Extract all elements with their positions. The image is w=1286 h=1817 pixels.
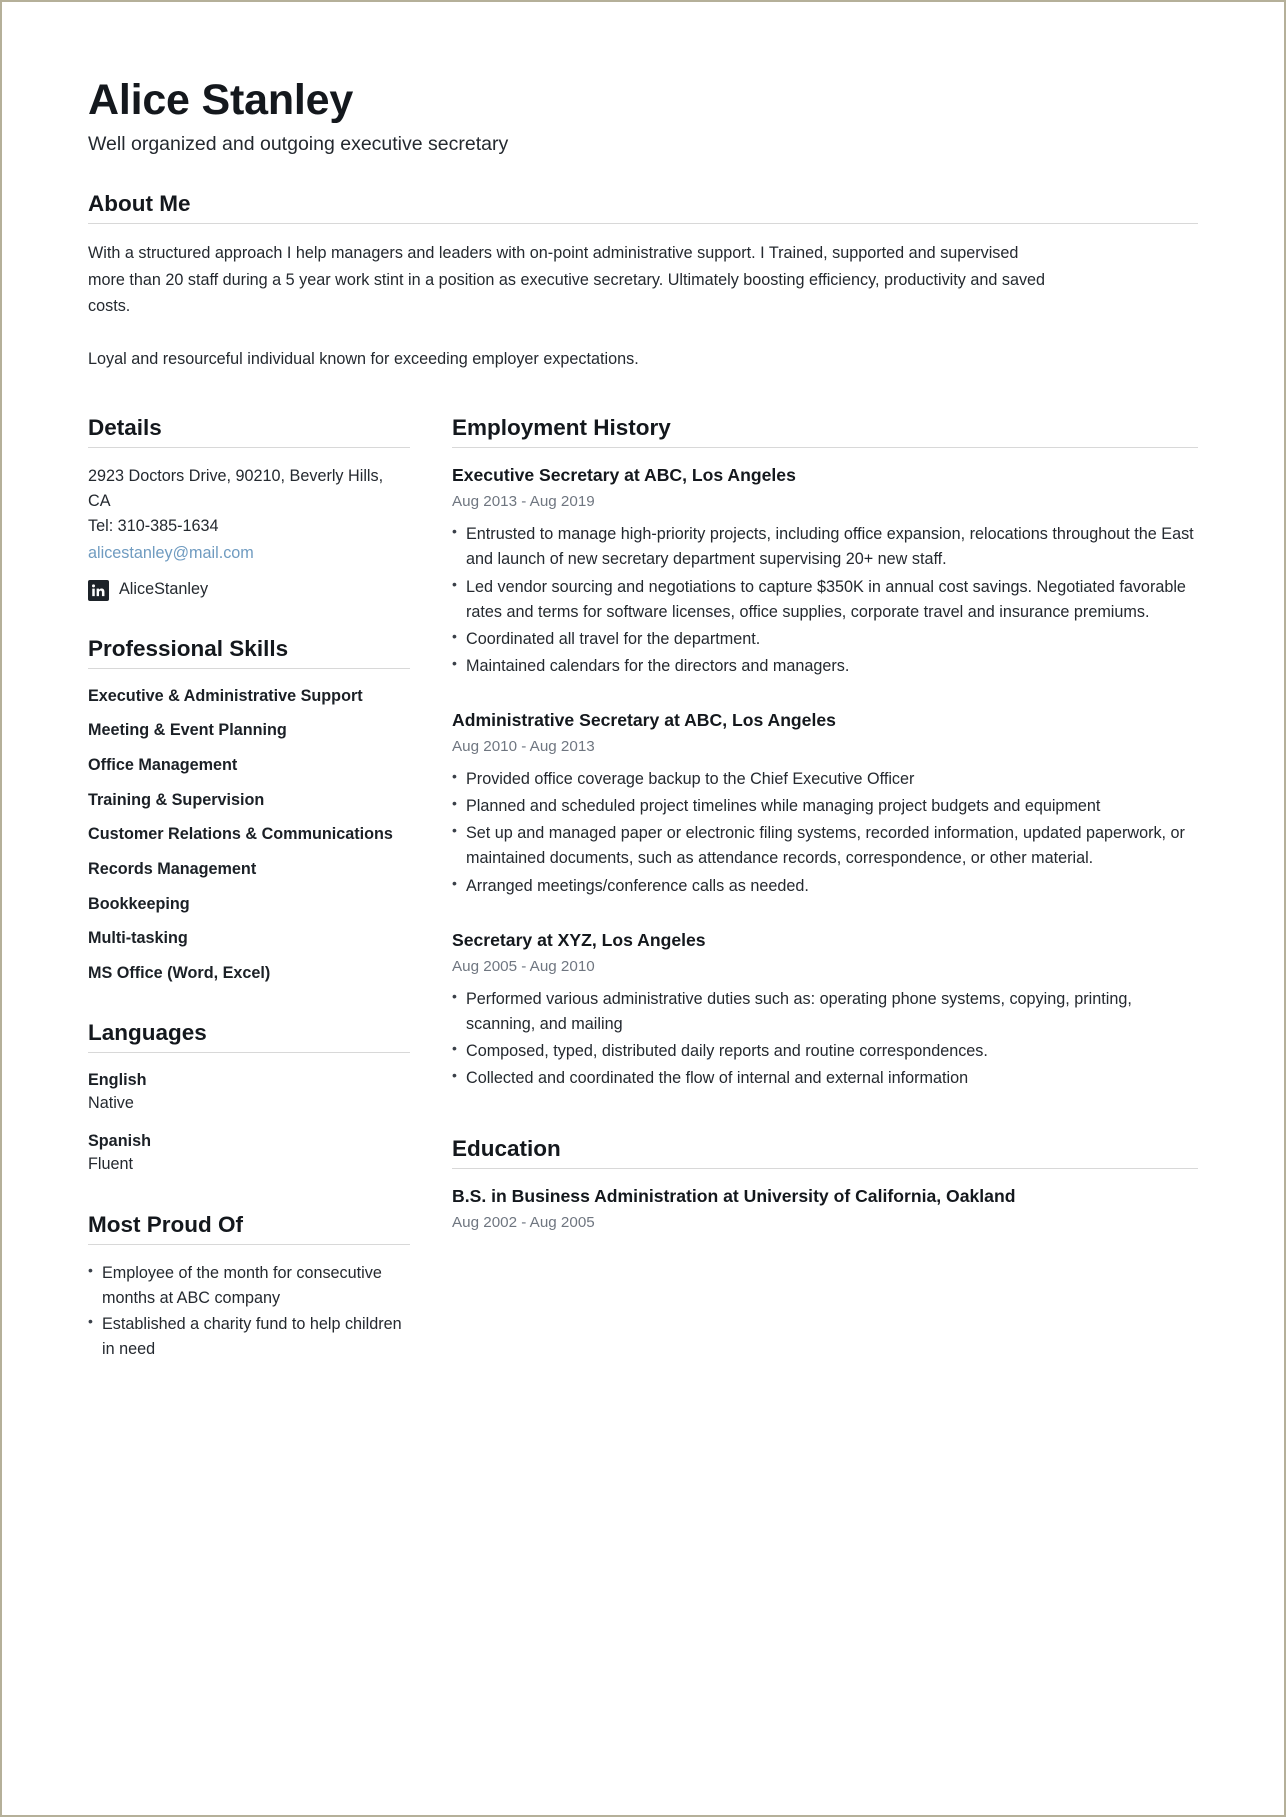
job-dates: Aug 2013 - Aug 2019 xyxy=(452,493,595,511)
job-title: Administrative Secretary at ABC, Los Ang… xyxy=(452,710,836,730)
languages-section: Languages English Native Spanish Fluent xyxy=(88,1019,410,1177)
proud-heading: Most Proud Of xyxy=(88,1211,243,1237)
details-divider xyxy=(88,447,410,449)
skill-item: Bookkeeping xyxy=(88,894,190,913)
address-text: 2923 Doctors Drive, 90210, Beverly Hills… xyxy=(88,467,384,511)
list-item: Arranged meetings/conference calls as ne… xyxy=(452,873,1198,899)
list-item: Provided office coverage backup to the C… xyxy=(452,766,1198,792)
sidebar-column: Details 2923 Doctors Drive, 90210, Bever… xyxy=(88,414,410,1363)
main-column: Employment History Executive Secretary a… xyxy=(452,414,1198,1233)
proud-list: Employee of the month for consecutive mo… xyxy=(88,1260,410,1362)
education-heading: Education xyxy=(452,1136,561,1162)
resume-page: Alice Stanley Well organized and outgoin… xyxy=(0,0,1286,1817)
list-item: Coordinated all travel for the departmen… xyxy=(452,626,1198,652)
degree-title: B.S. in Business Administration at Unive… xyxy=(452,1186,1016,1207)
list-item: Employee of the month for consecutive mo… xyxy=(88,1260,410,1311)
candidate-tagline: Well organized and outgoing executive se… xyxy=(88,132,509,155)
degree-dates: Aug 2002 - Aug 2005 xyxy=(452,1214,595,1232)
job-title: Executive Secretary at ABC, Los Angeles xyxy=(452,465,796,486)
skills-heading: Professional Skills xyxy=(88,635,289,661)
about-divider xyxy=(88,222,1198,224)
job-title: Secretary at XYZ, Los Angeles xyxy=(452,929,706,950)
about-paragraph: With a structured approach I help manage… xyxy=(88,243,1046,316)
skill-item: Records Management xyxy=(88,860,257,878)
list-item: Composed, typed, distributed daily repor… xyxy=(452,1038,1198,1064)
language-item: English Native xyxy=(88,1069,410,1116)
employment-section: Employment History Executive Secretary a… xyxy=(452,414,1198,1091)
job-dates: Aug 2010 - Aug 2013 xyxy=(452,737,595,755)
resume-body: Details 2923 Doctors Drive, 90210, Bever… xyxy=(88,414,1198,1363)
languages-divider xyxy=(88,1051,410,1053)
skill-item: Executive & Administrative Support xyxy=(88,686,363,705)
list-item: Established a charity fund to help child… xyxy=(88,1311,410,1362)
languages-heading: Languages xyxy=(88,1019,207,1045)
education-section: Education B.S. in Business Administratio… xyxy=(452,1135,1198,1233)
skill-item: Training & Supervision xyxy=(88,790,265,809)
linkedin-icon xyxy=(88,579,109,601)
job-entry: Executive Secretary at ABC, Los Angeles … xyxy=(452,464,1198,679)
linkedin-row[interactable]: AliceStanley xyxy=(88,579,410,601)
list-item: Led vendor sourcing and negotiations to … xyxy=(452,574,1198,625)
skills-section: Professional Skills Executive & Administ… xyxy=(88,635,410,985)
about-heading: About Me xyxy=(88,190,191,216)
skill-item: Meeting & Event Planning xyxy=(88,721,287,740)
proud-section: Most Proud Of Employee of the month for … xyxy=(88,1211,410,1362)
list-item: Maintained calendars for the directors a… xyxy=(452,653,1198,679)
language-name: Spanish xyxy=(88,1131,151,1150)
language-level: Native xyxy=(88,1094,134,1113)
email-link[interactable]: alicestanley@mail.com xyxy=(88,541,410,566)
list-item: Collected and coordinated the flow of in… xyxy=(452,1065,1198,1091)
proud-divider xyxy=(88,1243,410,1245)
language-item: Spanish Fluent xyxy=(88,1130,410,1177)
list-item: Set up and managed paper or electronic f… xyxy=(452,820,1198,871)
skill-item: Multi-tasking xyxy=(88,929,188,948)
skill-item: Office Management xyxy=(88,755,238,774)
list-item: Entrusted to manage high-priority projec… xyxy=(452,521,1198,572)
about-section: About Me With a structured approach I he… xyxy=(88,190,1198,372)
job-entry: Administrative Secretary at ABC, Los Ang… xyxy=(452,709,1198,899)
resume-header: Alice Stanley Well organized and outgoin… xyxy=(88,76,1198,156)
linkedin-handle: AliceStanley xyxy=(119,580,209,599)
education-entry: B.S. in Business Administration at Unive… xyxy=(452,1185,1198,1233)
employment-heading: Employment History xyxy=(452,415,671,441)
language-name: English xyxy=(88,1070,147,1089)
job-bullets: Provided office coverage backup to the C… xyxy=(452,766,1198,899)
job-bullets: Performed various administrative duties … xyxy=(452,986,1198,1091)
list-item: Performed various administrative duties … xyxy=(452,986,1198,1037)
details-heading: Details xyxy=(88,415,162,441)
skill-item: Customer Relations & Communications xyxy=(88,825,393,844)
skill-item: MS Office (Word, Excel) xyxy=(88,964,271,983)
phone-text: Tel: 310-385-1634 xyxy=(88,517,219,536)
list-item: Planned and scheduled project timelines … xyxy=(452,793,1198,819)
employment-divider xyxy=(452,447,1198,449)
details-section: Details 2923 Doctors Drive, 90210, Bever… xyxy=(88,414,410,601)
job-dates: Aug 2005 - Aug 2010 xyxy=(452,957,595,975)
language-level: Fluent xyxy=(88,1155,133,1174)
job-bullets: Entrusted to manage high-priority projec… xyxy=(452,521,1198,679)
job-entry: Secretary at XYZ, Los Angeles Aug 2005 -… xyxy=(452,929,1198,1092)
education-divider xyxy=(452,1168,1198,1170)
candidate-name: Alice Stanley xyxy=(88,76,354,124)
about-paragraph: Loyal and resourceful individual known f… xyxy=(88,349,639,368)
skills-divider xyxy=(88,667,410,669)
